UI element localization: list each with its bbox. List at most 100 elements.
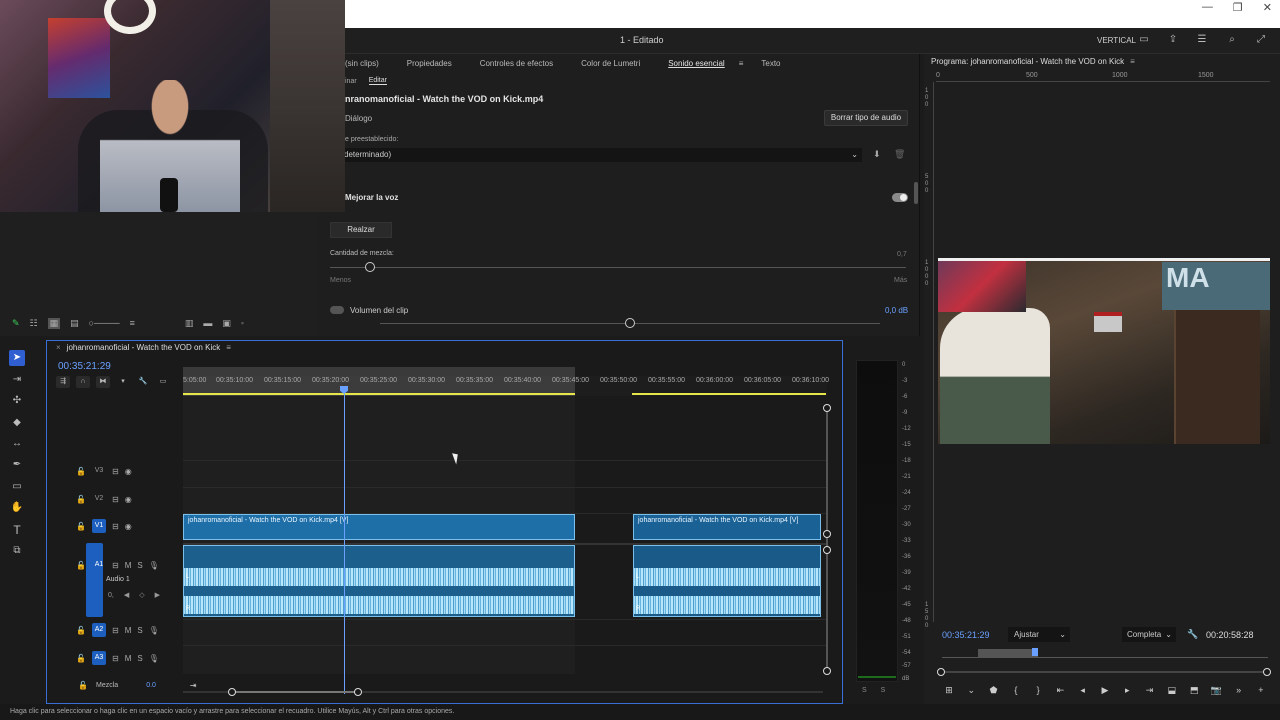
- mic-icon[interactable]: 🎙: [149, 654, 159, 663]
- scroll-handle[interactable]: [823, 404, 831, 412]
- tab-properties[interactable]: Propiedades: [393, 59, 466, 68]
- program-scrubber[interactable]: [942, 648, 1268, 658]
- playhead-line[interactable]: [344, 394, 345, 694]
- tab-effect-controls[interactable]: Controles de efectos: [466, 59, 567, 68]
- prev-keyframe-icon[interactable]: ◀: [124, 591, 129, 599]
- clip-volume-value[interactable]: 0,0 dB: [885, 306, 908, 315]
- program-zoom-bar[interactable]: [940, 671, 1268, 673]
- nest-icon[interactable]: ⇶: [56, 376, 70, 388]
- expand-icon[interactable]: ⤢: [1255, 34, 1267, 46]
- scroll-handle[interactable]: [823, 546, 831, 554]
- clip-volume-toggle[interactable]: [330, 306, 344, 314]
- add-keyframe-icon[interactable]: ◇: [139, 591, 144, 599]
- pencil-icon[interactable]: ✎: [12, 318, 20, 329]
- mute-icon[interactable]: M: [125, 654, 132, 663]
- lift-icon[interactable]: ⬓: [1163, 685, 1181, 696]
- trash-icon[interactable]: ▪: [241, 318, 244, 328]
- track-label[interactable]: A1: [92, 558, 106, 572]
- zoom-slider-icon[interactable]: ○────: [89, 318, 120, 328]
- mix-endpoint-icon[interactable]: ⇥: [190, 681, 197, 690]
- sort-icon[interactable]: ≡: [130, 318, 135, 328]
- track-label[interactable]: A2: [92, 623, 106, 637]
- volume-icon[interactable]: 0,: [108, 592, 114, 599]
- slip-tool-icon[interactable]: ↔: [9, 436, 25, 452]
- tab-essential-sound[interactable]: Sonido esencial: [654, 59, 738, 68]
- track-label[interactable]: A3: [92, 651, 106, 665]
- lock-icon[interactable]: 🔓: [76, 495, 86, 504]
- clear-audio-type-button[interactable]: Borrar tipo de audio: [824, 110, 908, 126]
- list-view-icon[interactable]: ☷: [30, 318, 38, 329]
- share-icon[interactable]: ⇪: [1167, 34, 1179, 46]
- track-label[interactable]: V3: [92, 464, 106, 478]
- go-to-in-icon[interactable]: ⇤: [1051, 685, 1069, 696]
- wrench-icon[interactable]: 🔧: [1187, 629, 1198, 640]
- linked-selection-icon[interactable]: ⧓: [96, 376, 110, 388]
- eye-icon[interactable]: ◉: [125, 522, 132, 531]
- save-preset-icon[interactable]: ⬇: [873, 149, 881, 160]
- sync-lock-icon[interactable]: ⊟: [112, 654, 119, 663]
- settings-grid-icon[interactable]: ⊞: [940, 685, 958, 696]
- zoom-handle-right[interactable]: [1263, 668, 1271, 676]
- close-button[interactable]: ✕: [1263, 1, 1272, 14]
- lock-icon[interactable]: 🔓: [76, 654, 86, 663]
- zoom-select[interactable]: Ajustar ⌄: [1008, 627, 1070, 642]
- workspace-label[interactable]: VERTICAL: [1097, 36, 1136, 45]
- video-clip[interactable]: johanromanoficial - Watch the VOD on Kic…: [633, 514, 821, 540]
- add-marker-icon[interactable]: ▾: [116, 376, 130, 388]
- freeform-view-icon[interactable]: ▤: [70, 318, 79, 329]
- add-marker-icon[interactable]: ⬟: [985, 685, 1003, 696]
- sync-lock-icon[interactable]: ⊟: [112, 626, 119, 635]
- mix-amount-slider[interactable]: [330, 267, 906, 268]
- tab-text[interactable]: Texto: [747, 59, 794, 68]
- play-icon[interactable]: ▶: [1096, 685, 1114, 696]
- program-monitor-tab[interactable]: Programa: johanromanoficial - Watch the …: [931, 57, 1135, 66]
- rectangle-tool-icon[interactable]: ▭: [9, 479, 25, 495]
- go-to-out-icon[interactable]: ⇥: [1141, 685, 1159, 696]
- new-item-icon[interactable]: ▣: [222, 318, 231, 329]
- ripple-edit-tool-icon[interactable]: ✣: [9, 393, 25, 409]
- enhance-button[interactable]: Realzar: [330, 222, 392, 238]
- pen-tool-icon[interactable]: ✒: [9, 457, 25, 473]
- step-back-icon[interactable]: ◂: [1074, 685, 1092, 696]
- sync-lock-icon[interactable]: ⊟: [112, 561, 119, 570]
- eye-icon[interactable]: ◉: [125, 467, 132, 476]
- chevron-down-icon[interactable]: ⌄: [962, 685, 980, 696]
- razor-tool-icon[interactable]: ◆: [9, 415, 25, 431]
- mark-in-icon[interactable]: {: [1007, 685, 1025, 695]
- mic-icon[interactable]: 🎙: [149, 561, 159, 570]
- audio-clip[interactable]: L R: [633, 545, 821, 617]
- enhance-voice-toggle[interactable]: [892, 193, 908, 202]
- scrub-playhead[interactable]: [1032, 648, 1038, 656]
- program-timecode[interactable]: 00:35:21:29: [942, 630, 990, 640]
- sequence-tab[interactable]: × johanromanoficial - Watch the VOD on K…: [56, 343, 231, 352]
- snap-icon[interactable]: ∩: [76, 376, 90, 388]
- sync-lock-icon[interactable]: ⊟: [112, 522, 119, 531]
- close-icon[interactable]: ×: [56, 343, 61, 352]
- mute-icon[interactable]: M: [125, 561, 132, 570]
- add-icon[interactable]: +: [1252, 685, 1270, 695]
- clip-volume-knob[interactable]: [625, 318, 635, 328]
- wrench-icon[interactable]: 🔧: [136, 376, 150, 388]
- camera-icon[interactable]: 📷: [1207, 685, 1225, 696]
- lock-icon[interactable]: 🔓: [76, 626, 86, 635]
- resolution-select[interactable]: Completa ⌄: [1122, 627, 1176, 642]
- folder-icon[interactable]: ▬: [203, 318, 212, 328]
- hand-tool-icon[interactable]: ✋: [9, 500, 25, 516]
- zoom-handle-left[interactable]: [937, 668, 945, 676]
- subtab-browse[interactable]: inar: [345, 78, 357, 85]
- lock-icon[interactable]: 🔓: [76, 522, 86, 531]
- timeline-vertical-scrollbar[interactable]: [826, 408, 828, 672]
- next-keyframe-icon[interactable]: ▶: [155, 591, 160, 599]
- lock-icon[interactable]: 🔓: [78, 681, 88, 690]
- type-tool-icon[interactable]: T: [9, 522, 25, 538]
- step-forward-icon[interactable]: ▸: [1118, 685, 1136, 696]
- solo-icon[interactable]: S: [137, 626, 142, 635]
- lock-icon[interactable]: 🔓: [76, 467, 86, 476]
- mix-value[interactable]: 0.0: [146, 682, 156, 689]
- zoom-handle-right[interactable]: [354, 688, 362, 696]
- sync-lock-icon[interactable]: ⊟: [112, 495, 119, 504]
- scroll-handle[interactable]: [823, 530, 831, 538]
- scroll-handle[interactable]: [823, 667, 831, 675]
- track-select-tool-icon[interactable]: ⇥: [9, 372, 25, 388]
- program-video-frame[interactable]: MA: [938, 258, 1270, 444]
